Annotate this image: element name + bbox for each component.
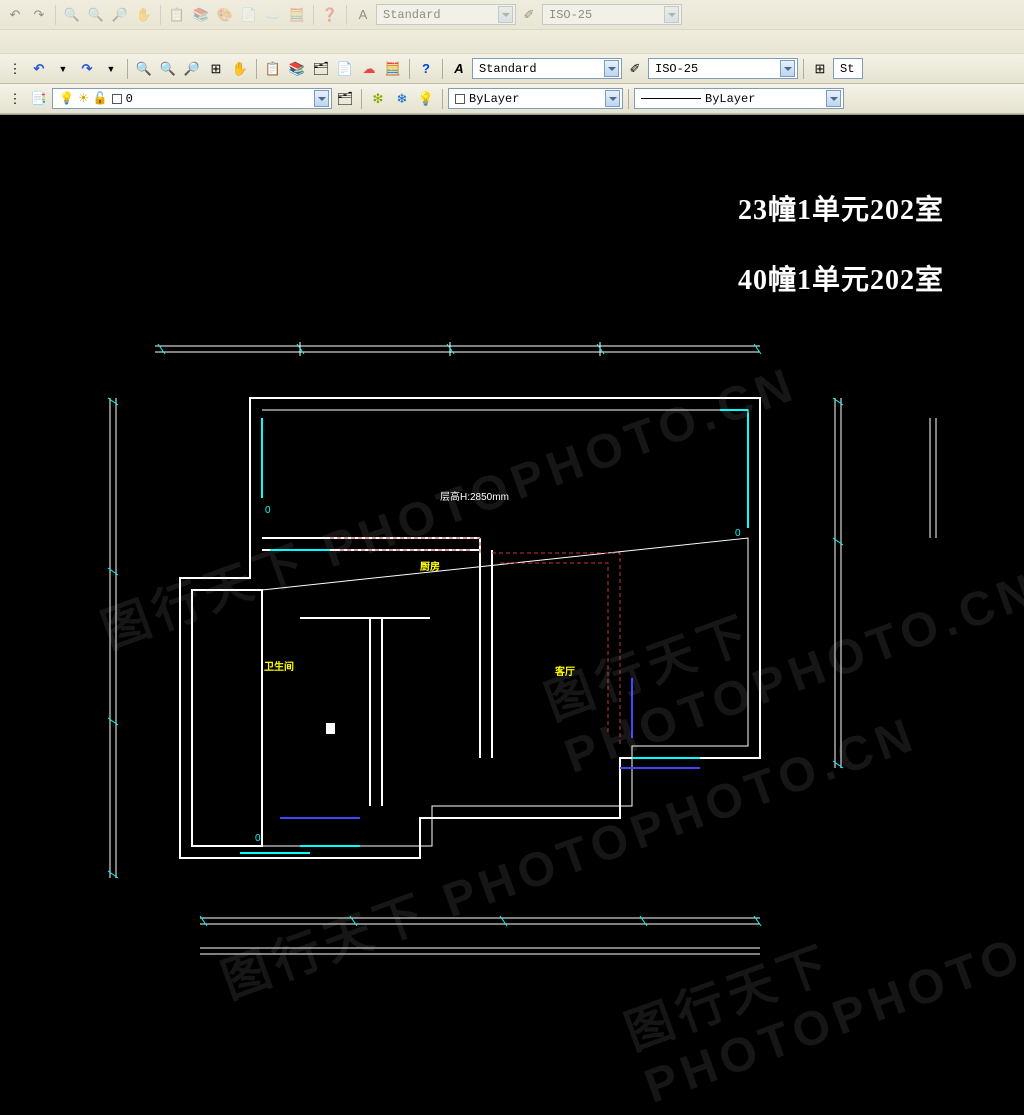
help-icon: ❓ <box>319 4 341 26</box>
layer-properties-button[interactable]: 📑 <box>28 88 50 110</box>
grip-icon[interactable]: ⋮ <box>4 88 26 110</box>
quickcalc-button[interactable]: 🧮 <box>382 58 404 80</box>
dim-style-icon: ✐ <box>518 4 540 26</box>
drawing-canvas[interactable]: 23幢1单元202室 40幢1单元202室 <box>0 118 1024 1062</box>
text-style-dropdown[interactable]: Standard <box>472 58 622 79</box>
undo-icon: ↶ <box>4 4 26 26</box>
tool-palettes-button[interactable]: 🗂 <box>310 58 332 80</box>
text-style-icon: A <box>448 58 470 80</box>
dim-style-icon: ✐ <box>624 58 646 80</box>
dim-style-dropdown[interactable]: ISO-25 <box>648 58 798 79</box>
undo-dropdown-arrow-icon[interactable]: ▼ <box>52 58 74 80</box>
zoom-icon: 🔍 <box>61 4 83 26</box>
room-label-kitchen: 厨房 <box>420 558 440 573</box>
properties-button[interactable]: 📋 <box>262 58 284 80</box>
toolbar-row-2: ⋮ 📑 💡 ☀ 🔓 0 🗂 ❇ ❄ 💡 ByLayer ByLayer <box>0 84 1024 114</box>
svg-text:0: 0 <box>255 833 261 844</box>
pan-button[interactable]: ✋ <box>229 58 251 80</box>
toolbar-row-faded-2 <box>0 30 1024 54</box>
help-button[interactable]: ? <box>415 58 437 80</box>
sheet-set-button[interactable]: 📄 <box>334 58 356 80</box>
undo-button[interactable]: ↶ <box>28 58 50 80</box>
layer-off-button[interactable]: 💡 <box>415 88 437 110</box>
markup-button[interactable]: ☁ <box>358 58 380 80</box>
layer-dropdown[interactable]: 💡 ☀ 🔓 0 <box>52 88 332 109</box>
sheet-icon: 📄 <box>238 4 260 26</box>
floorplan-drawing: 0 0 0 <box>0 118 1024 1034</box>
redo-button[interactable]: ↷ <box>76 58 98 80</box>
linetype-preview <box>641 98 701 99</box>
dim-style-value: ISO-25 <box>655 62 698 76</box>
svg-text:0: 0 <box>735 528 741 539</box>
chevron-down-icon[interactable] <box>605 90 620 107</box>
zoom-in-icon: 🔍 <box>85 4 107 26</box>
table-style-dropdown[interactable]: St <box>833 58 863 79</box>
pan-icon: ✋ <box>133 4 155 26</box>
toolbar-main: ⋮ ↶ ▼ ↷ ▼ 🔍 🔍 🔎 ⊞ ✋ 📋 📚 🗂 📄 ☁ 🧮 ? A Stan… <box>0 54 1024 115</box>
text-style-value: Standard <box>479 62 537 76</box>
table-style-value: St <box>840 62 854 76</box>
design-center-button[interactable]: 📚 <box>286 58 308 80</box>
zoom-realtime-button[interactable]: 🔍 <box>133 58 155 80</box>
color-dropdown[interactable]: ByLayer <box>448 88 623 109</box>
design-center-icon: 📚 <box>190 4 212 26</box>
layer-previous-button[interactable]: 🗂 <box>334 88 356 110</box>
markup-icon: ☁️ <box>262 4 284 26</box>
zoom-extents-button[interactable]: ⊞ <box>205 58 227 80</box>
table-style-icon[interactable]: ⊞ <box>809 58 831 80</box>
grip-icon[interactable]: ⋮ <box>4 58 26 80</box>
properties-icon: 📋 <box>166 4 188 26</box>
sun-icon: ☀ <box>78 91 89 106</box>
text-style-icon: A <box>352 4 374 26</box>
linetype-value: ByLayer <box>705 92 755 106</box>
linetype-dropdown[interactable]: ByLayer <box>634 88 844 109</box>
layer-states-button[interactable]: ❇ <box>367 88 389 110</box>
redo-icon: ↷ <box>28 4 50 26</box>
chevron-down-icon[interactable] <box>780 60 795 77</box>
color-value: ByLayer <box>469 92 519 106</box>
chevron-down-icon[interactable] <box>604 60 619 77</box>
chevron-down-icon[interactable] <box>314 90 329 107</box>
zoom-window-button[interactable]: 🔍 <box>157 58 179 80</box>
layer-freeze-button[interactable]: ❄ <box>391 88 413 110</box>
toolbar-row-faded-1: ↶ ↷ 🔍 🔍 🔎 ✋ 📋 📚 🎨 📄 ☁️ 🧮 ❓ A Standard ✐ … <box>0 0 1024 30</box>
zoom-previous-button[interactable]: 🔎 <box>181 58 203 80</box>
room-label-bath: 卫生间 <box>264 658 294 673</box>
layer-name: 0 <box>126 92 133 106</box>
color-swatch <box>455 94 465 104</box>
lightbulb-icon: 💡 <box>59 91 74 106</box>
room-label-living: 客厅 <box>555 663 575 678</box>
zoom-out-icon: 🔎 <box>109 4 131 26</box>
chevron-down-icon[interactable] <box>826 90 841 107</box>
toolbar-row-1: ⋮ ↶ ▼ ↷ ▼ 🔍 🔍 🔎 ⊞ ✋ 📋 📚 🗂 📄 ☁ 🧮 ? A Stan… <box>0 54 1024 84</box>
tool-palette-icon: 🎨 <box>214 4 236 26</box>
tag-label <box>326 723 335 734</box>
dim-style-dropdown-faded: ISO-25 <box>542 4 682 25</box>
text-style-dropdown-faded: Standard <box>376 4 516 25</box>
calc-icon: 🧮 <box>286 4 308 26</box>
redo-dropdown-arrow-icon[interactable]: ▼ <box>100 58 122 80</box>
lock-icon: 🔓 <box>93 91 108 106</box>
toolbar-background-faded: ↶ ↷ 🔍 🔍 🔎 ✋ 📋 📚 🎨 📄 ☁️ 🧮 ❓ A Standard ✐ … <box>0 0 1024 55</box>
ceiling-height-label: 层高H:2850mm <box>440 488 509 503</box>
layer-color-swatch <box>112 94 122 104</box>
svg-text:0: 0 <box>265 505 271 516</box>
